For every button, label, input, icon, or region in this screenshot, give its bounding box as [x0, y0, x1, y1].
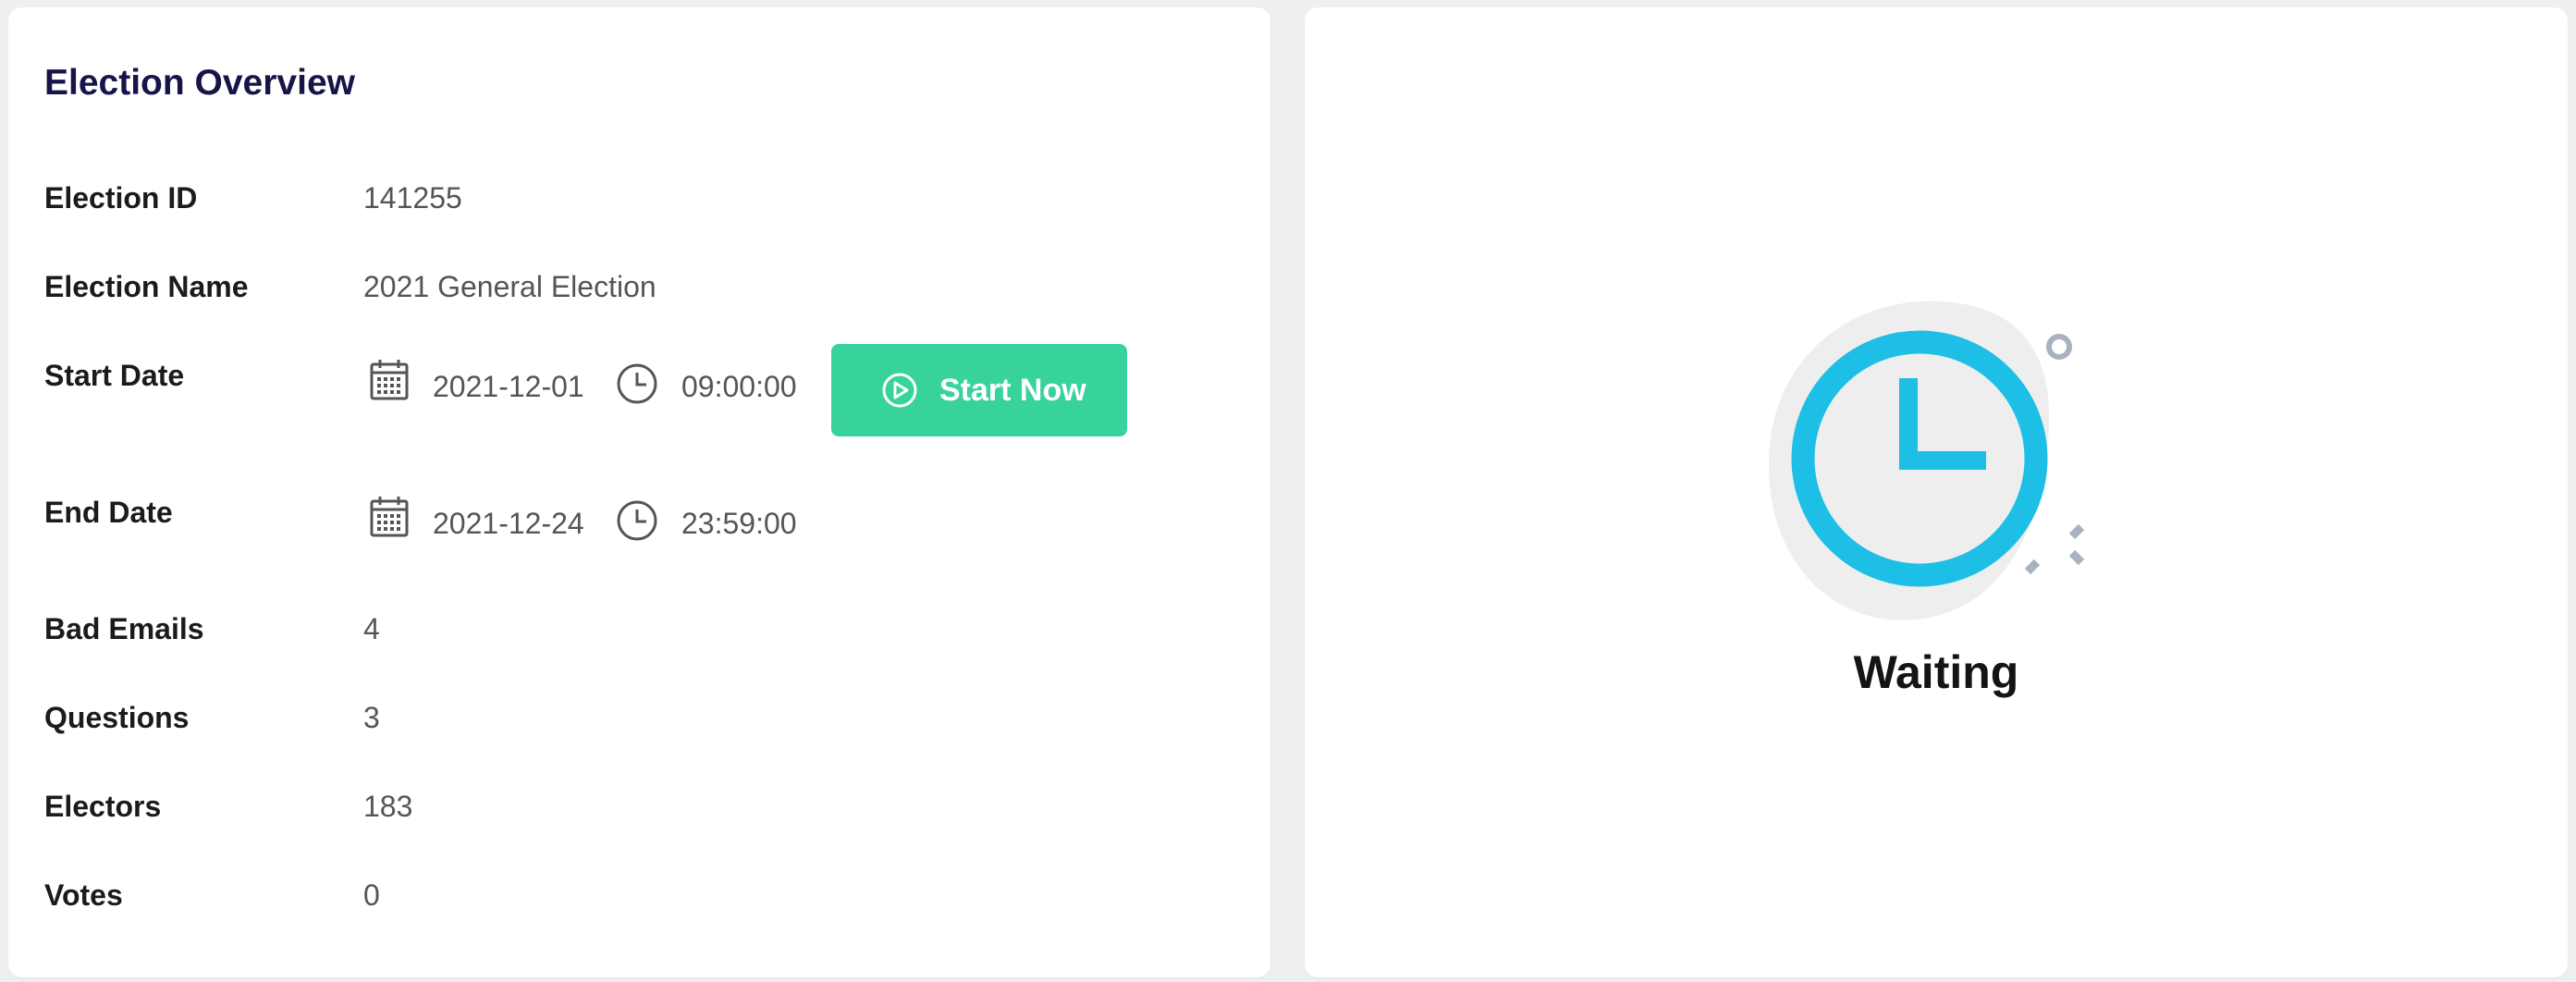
status-card: Waiting	[1305, 7, 2568, 977]
calendar-icon	[370, 497, 409, 537]
end-date-label: End Date	[44, 496, 173, 529]
votes-label: Votes	[44, 878, 123, 912]
questions-value: 3	[363, 701, 380, 734]
questions-label: Questions	[44, 701, 190, 734]
clock-icon	[617, 363, 657, 404]
start-now-button[interactable]: Start Now	[831, 344, 1127, 436]
waiting-status-label: Waiting	[1853, 646, 2019, 698]
electors-label: Electors	[44, 790, 162, 823]
start-date-label: Start Date	[44, 359, 185, 392]
end-time-value: 23:59:00	[681, 507, 797, 540]
start-time-value: 09:00:00	[681, 370, 797, 403]
play-icon	[882, 373, 917, 408]
card-title: Election Overview	[44, 63, 355, 103]
election-id-label: Election ID	[44, 181, 198, 215]
votes-value: 0	[363, 878, 380, 912]
waiting-illustration	[1768, 301, 2085, 620]
election-name-label: Election Name	[44, 270, 249, 303]
election-name-value: 2021 General Election	[363, 270, 656, 303]
decor-ring-icon	[2046, 334, 2072, 360]
bad-emails-value: 4	[363, 612, 380, 645]
start-date-value: 2021-12-01	[433, 370, 584, 403]
electors-value: 183	[363, 790, 413, 823]
clock-icon	[617, 500, 657, 541]
start-now-label: Start Now	[939, 373, 1086, 408]
bad-emails-label: Bad Emails	[44, 612, 204, 645]
calendar-icon	[370, 360, 409, 400]
decor-dashes-icon	[2024, 523, 2085, 575]
end-date-value: 2021-12-24	[433, 507, 584, 540]
election-id-value: 141255	[363, 181, 462, 215]
election-overview-card: Election Overview Election ID 141255 Ele…	[8, 7, 1270, 977]
